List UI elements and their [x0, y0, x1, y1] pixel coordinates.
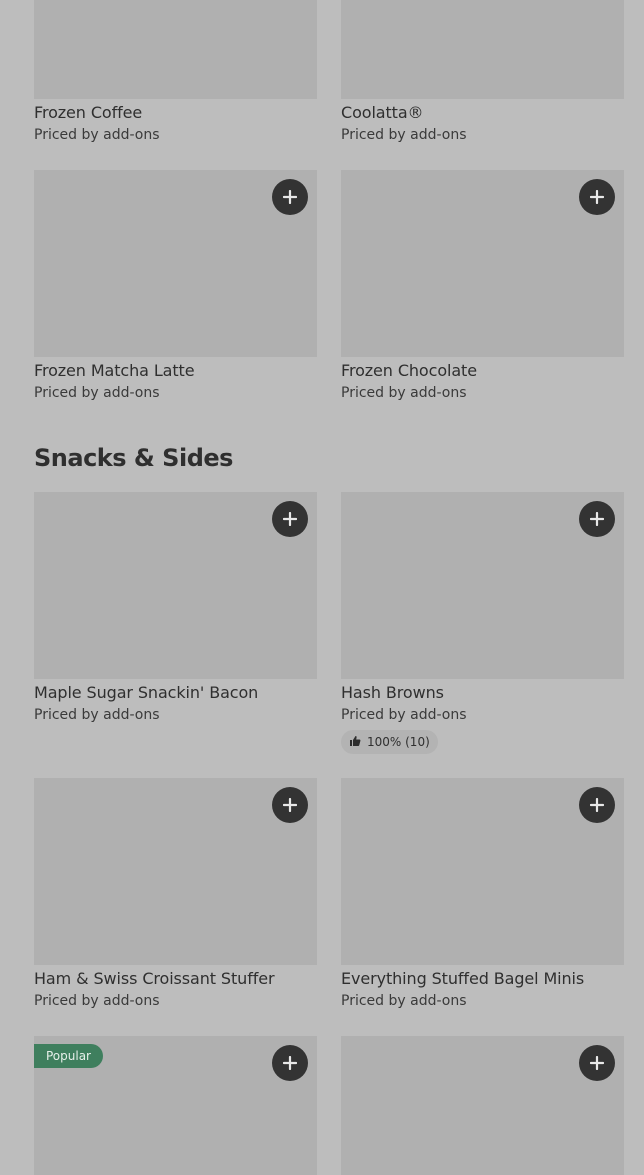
- item-price: Priced by add-ons: [341, 127, 467, 143]
- add-to-cart-button[interactable]: [272, 1045, 308, 1081]
- menu-page: Frozen Coffee Priced by add-ons Coolatta…: [0, 0, 644, 1175]
- item-name[interactable]: Frozen Chocolate: [341, 361, 477, 380]
- plus-icon: [283, 512, 297, 526]
- add-to-cart-button[interactable]: [579, 1045, 615, 1081]
- item-name[interactable]: Frozen Matcha Latte: [34, 361, 195, 380]
- item-price: Priced by add-ons: [34, 127, 160, 143]
- add-to-cart-button[interactable]: [579, 787, 615, 823]
- item-price: Priced by add-ons: [341, 707, 467, 723]
- add-to-cart-button[interactable]: [272, 787, 308, 823]
- item-price: Priced by add-ons: [341, 993, 467, 1009]
- item-name[interactable]: Coolatta®: [341, 103, 424, 122]
- item-price: Priced by add-ons: [34, 707, 160, 723]
- item-name[interactable]: Everything Stuffed Bagel Minis: [341, 969, 584, 988]
- rating-badge: 100% (10): [341, 730, 438, 754]
- item-price: Priced by add-ons: [341, 385, 467, 401]
- item-name[interactable]: Maple Sugar Snackin' Bacon: [34, 683, 258, 702]
- menu-item-card[interactable]: Ham & Swiss Croissant Stuffer Priced by …: [34, 778, 317, 1018]
- plus-icon: [590, 512, 604, 526]
- rating-text: 100% (10): [367, 735, 430, 749]
- menu-item-card[interactable]: Maple Sugar Snackin' Bacon Priced by add…: [34, 492, 317, 732]
- add-to-cart-button[interactable]: [272, 179, 308, 215]
- thumbs-up-icon: [349, 735, 361, 750]
- menu-item-card[interactable]: Frozen Matcha Latte Priced by add-ons: [34, 170, 317, 410]
- item-price: Priced by add-ons: [34, 385, 160, 401]
- menu-item-card[interactable]: Frozen Coffee Priced by add-ons: [34, 0, 317, 150]
- plus-icon: [590, 190, 604, 204]
- menu-item-card[interactable]: [341, 1036, 624, 1175]
- menu-item-card[interactable]: Coolatta® Priced by add-ons: [341, 0, 624, 150]
- item-price: Priced by add-ons: [34, 993, 160, 1009]
- item-name[interactable]: Hash Browns: [341, 683, 444, 702]
- menu-item-card[interactable]: Hash Browns Priced by add-ons 100% (10): [341, 492, 624, 757]
- menu-item-card[interactable]: Everything Stuffed Bagel Minis Priced by…: [341, 778, 624, 1018]
- add-to-cart-button[interactable]: [579, 501, 615, 537]
- item-name[interactable]: Frozen Coffee: [34, 103, 142, 122]
- plus-icon: [283, 798, 297, 812]
- menu-item-card[interactable]: Frozen Chocolate Priced by add-ons: [341, 170, 624, 410]
- add-to-cart-button[interactable]: [272, 501, 308, 537]
- plus-icon: [590, 798, 604, 812]
- item-name[interactable]: Ham & Swiss Croissant Stuffer: [34, 969, 275, 988]
- plus-icon: [283, 190, 297, 204]
- item-image[interactable]: [34, 0, 317, 99]
- popular-badge: Popular: [34, 1044, 103, 1068]
- plus-icon: [283, 1056, 297, 1070]
- item-image[interactable]: [341, 0, 624, 99]
- add-to-cart-button[interactable]: [579, 179, 615, 215]
- plus-icon: [590, 1056, 604, 1070]
- section-title: Snacks & Sides: [34, 444, 233, 472]
